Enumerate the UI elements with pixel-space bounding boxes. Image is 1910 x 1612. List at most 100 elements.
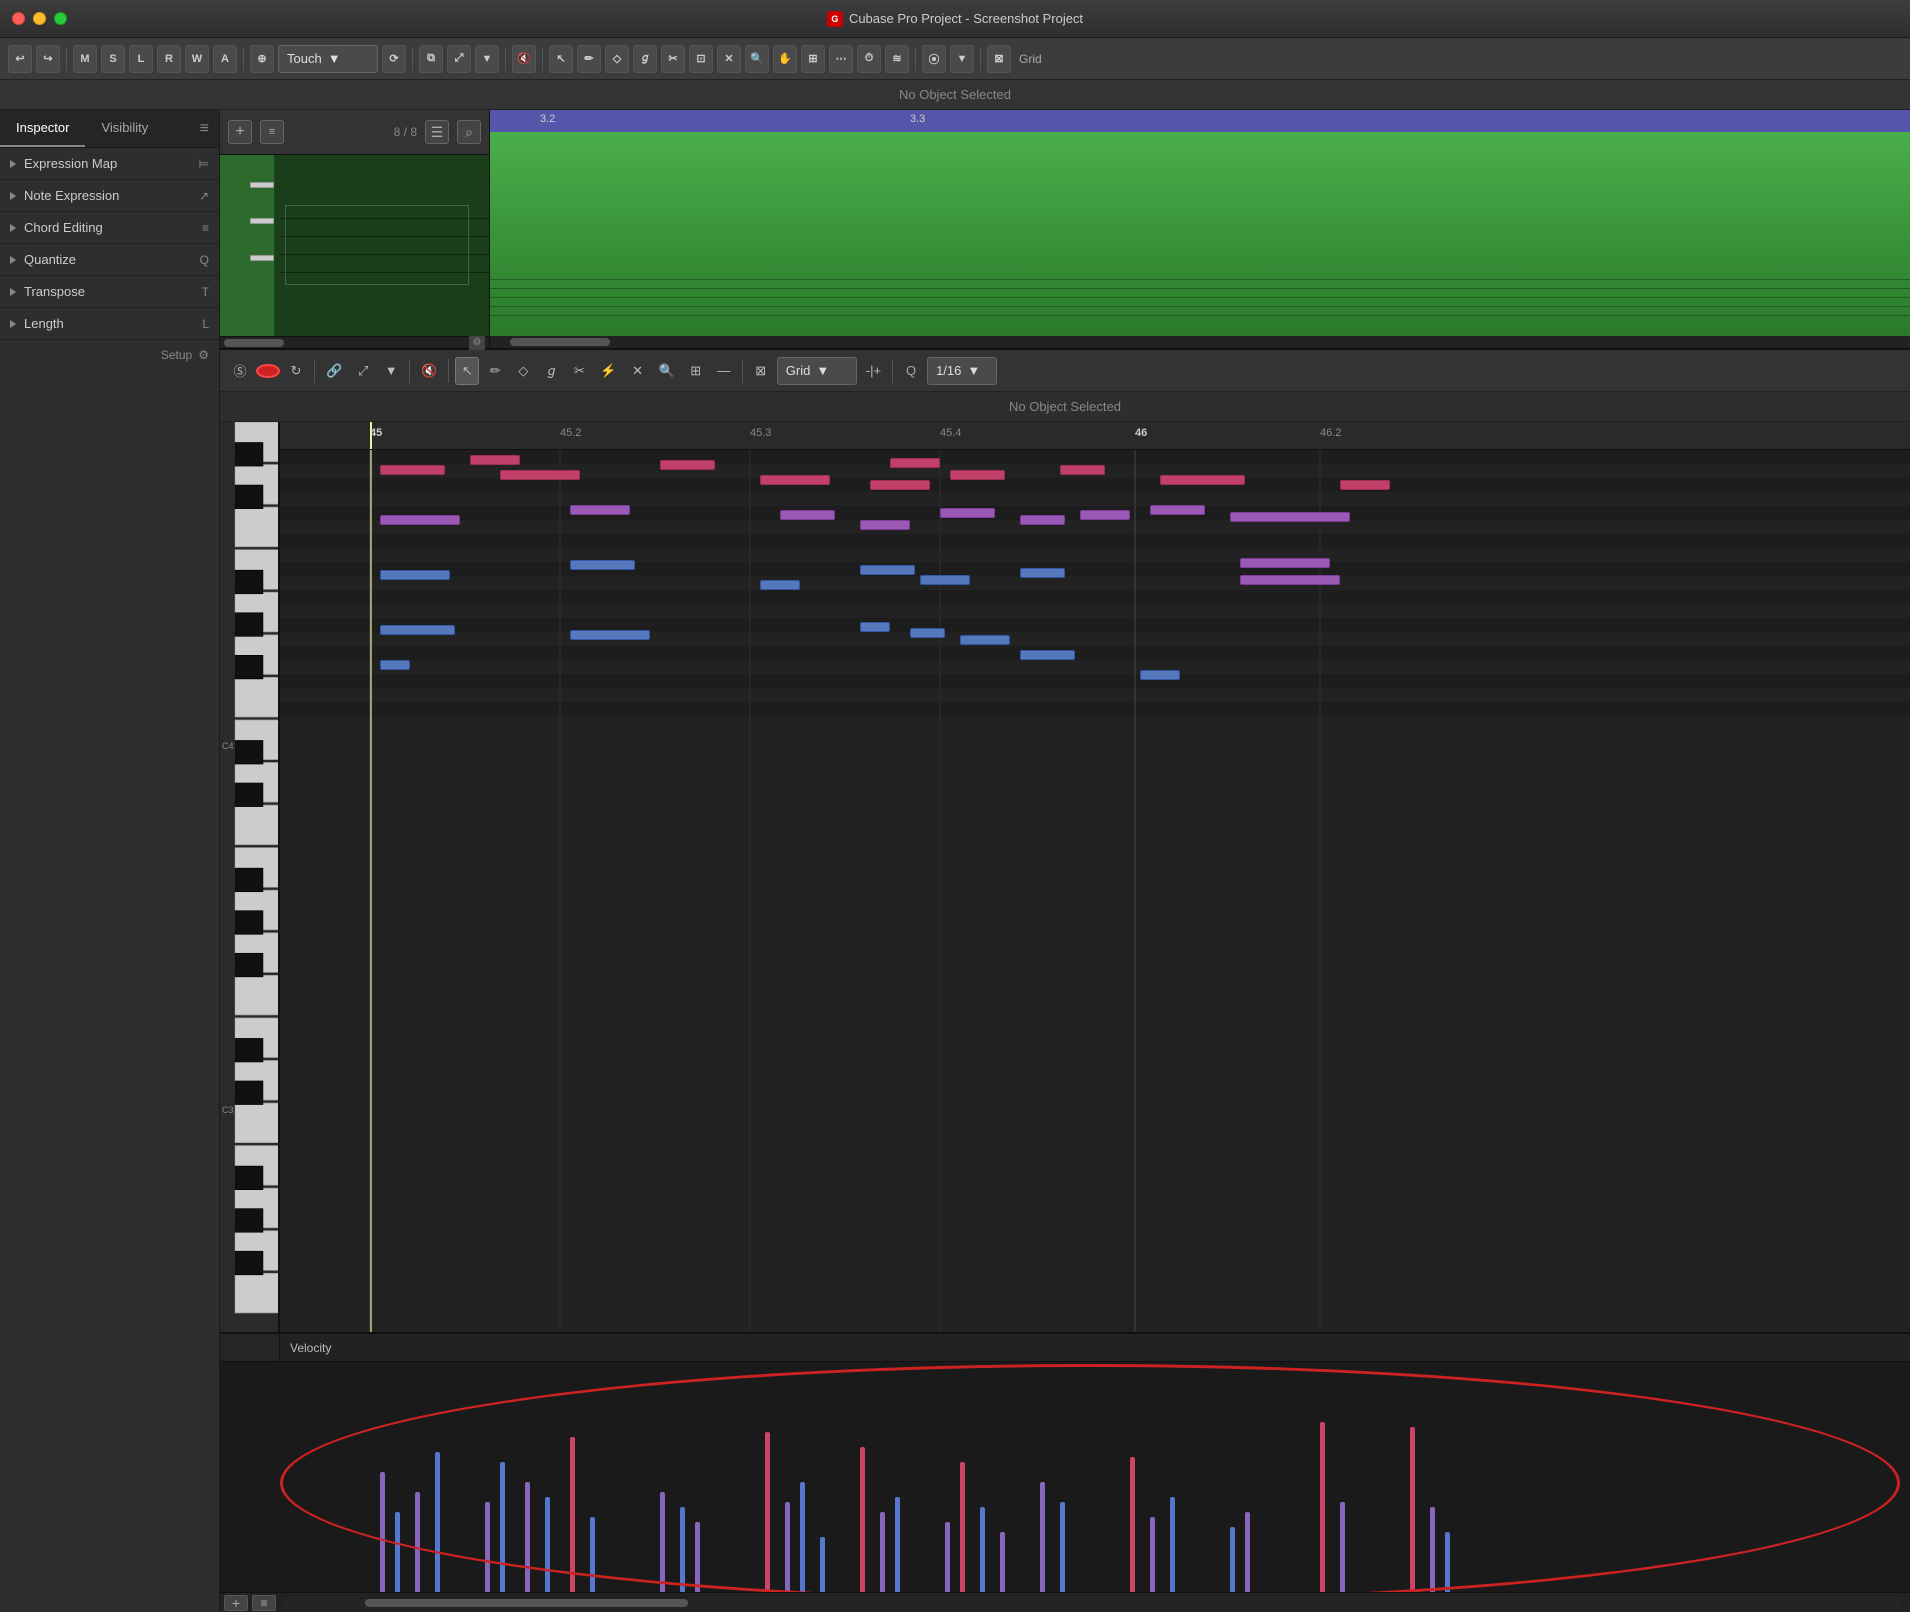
- undo-button[interactable]: ↩: [8, 45, 32, 73]
- track-headers: + ≡ 8 / 8 ☰ ⌕: [220, 110, 490, 348]
- velocity-bar: [695, 1522, 700, 1592]
- list-button[interactable]: ≡: [252, 1595, 276, 1611]
- split-btn[interactable]: ✂: [567, 357, 591, 385]
- midi-note: [570, 505, 630, 515]
- sep: [448, 359, 449, 383]
- quantize-dropdown[interactable]: 1/16 ▼: [927, 357, 997, 385]
- comp-tool[interactable]: ⋯: [829, 45, 853, 73]
- midi-icon[interactable]: ⊕: [250, 45, 274, 73]
- selection-box: [285, 205, 469, 285]
- zoom-btn[interactable]: 🔍: [654, 357, 680, 385]
- snap-minus[interactable]: -|+: [861, 357, 886, 385]
- move-dropdown[interactable]: ▼: [379, 357, 403, 385]
- snap-button[interactable]: ⊠: [987, 45, 1011, 73]
- inspector-menu-button[interactable]: ≡: [190, 112, 219, 146]
- link-button[interactable]: ⧉: [419, 45, 443, 73]
- l-button[interactable]: L: [129, 45, 153, 73]
- window-controls[interactable]: [12, 12, 67, 25]
- track-search-button[interactable]: ⌕: [457, 120, 481, 144]
- inspector-item-transpose[interactable]: Transpose T: [0, 276, 219, 308]
- grid-dropdown[interactable]: Grid ▼: [777, 357, 857, 385]
- scroll-thumb-h[interactable]: [510, 338, 610, 346]
- no-object-text-editor: No Object Selected: [1009, 399, 1121, 414]
- midi-note: [940, 508, 995, 518]
- track-settings-button[interactable]: ≡: [260, 120, 284, 144]
- scroll-btn[interactable]: ⊞: [684, 357, 708, 385]
- maximize-button[interactable]: [54, 12, 67, 25]
- velocity-btn[interactable]: ⚡: [595, 357, 621, 385]
- solo-button[interactable]: Ⓢ: [228, 357, 252, 385]
- mute-tool[interactable]: ✕: [717, 45, 741, 73]
- close-button[interactable]: [12, 12, 25, 25]
- record-button[interactable]: [256, 364, 280, 378]
- glue-tool[interactable]: 𝑔: [633, 45, 657, 73]
- velocity-bar: [980, 1507, 985, 1592]
- link-btn[interactable]: 🔗: [321, 357, 347, 385]
- minimize-button[interactable]: [33, 12, 46, 25]
- velocity-bar: [1170, 1497, 1175, 1592]
- velocity-bar: [395, 1512, 400, 1592]
- midi-note: [380, 515, 460, 525]
- tab-visibility[interactable]: Visibility: [85, 110, 164, 147]
- scissors-tool[interactable]: ✂: [661, 45, 685, 73]
- time-warp[interactable]: ⏱: [857, 45, 881, 73]
- velocity-bar-pink: [1410, 1427, 1415, 1592]
- split-tool[interactable]: ⊞: [801, 45, 825, 73]
- paint-btn[interactable]: —: [712, 357, 736, 385]
- note-line: [490, 288, 1910, 289]
- scroll-thumb[interactable]: [224, 339, 284, 347]
- inspector-item-length[interactable]: Length L: [0, 308, 219, 340]
- velocity-bar: [415, 1492, 420, 1592]
- dropdown2-button[interactable]: ▼: [475, 45, 499, 73]
- draw-btn[interactable]: ✏: [483, 357, 507, 385]
- velocity-bar: [660, 1492, 665, 1592]
- velocity-bar-pink: [960, 1462, 965, 1592]
- inspector-item-quantize[interactable]: Quantize Q: [0, 244, 219, 276]
- select-btn[interactable]: ↖: [455, 357, 479, 385]
- inspector-item-note-expression[interactable]: Note Expression ↗: [0, 180, 219, 212]
- m-button[interactable]: M: [73, 45, 97, 73]
- setup-button[interactable]: Setup ⚙: [0, 340, 219, 370]
- tab-inspector[interactable]: Inspector: [0, 110, 85, 147]
- audio-tool[interactable]: ≋: [885, 45, 909, 73]
- a-button[interactable]: A: [213, 45, 237, 73]
- move-btn[interactable]: ⤢: [351, 357, 375, 385]
- transpose-icon: T: [202, 285, 209, 299]
- reset-button[interactable]: ⟳: [382, 45, 406, 73]
- quantize-icon: Q: [200, 253, 209, 267]
- grid-dropdown-label: Grid: [786, 363, 811, 378]
- inspector-item-chord-editing[interactable]: Chord Editing ≡: [0, 212, 219, 244]
- erase-btn[interactable]: ◇: [511, 357, 535, 385]
- pencil-tool[interactable]: ✏: [577, 45, 601, 73]
- glue-btn[interactable]: 𝑔: [539, 357, 563, 385]
- velocity-bar: [945, 1522, 950, 1592]
- add-button[interactable]: +: [224, 1595, 248, 1611]
- add-track-button[interactable]: +: [228, 120, 252, 144]
- inspector-item-expression-map[interactable]: Expression Map ⊨: [0, 148, 219, 180]
- follow-tool[interactable]: ▼: [950, 45, 974, 73]
- piano-keyboard: C4 C3: [220, 422, 280, 1332]
- scrollbar-thumb[interactable]: [365, 1599, 689, 1607]
- midi-note: [470, 455, 520, 465]
- track-list-view-button[interactable]: ☰: [425, 120, 449, 144]
- mute-btn2[interactable]: ✕: [626, 357, 650, 385]
- mute-button[interactable]: 🔇: [512, 45, 536, 73]
- snap-btn[interactable]: ⊠: [749, 357, 773, 385]
- r-button[interactable]: R: [157, 45, 181, 73]
- zoom-tool[interactable]: 🔍: [745, 45, 769, 73]
- s-button[interactable]: S: [101, 45, 125, 73]
- range-tool[interactable]: ⊡: [689, 45, 713, 73]
- settings-button[interactable]: ⚙: [469, 335, 485, 351]
- touch-mode-dropdown[interactable]: Touch ▼: [278, 45, 378, 73]
- mute-btn[interactable]: 🔇: [416, 357, 442, 385]
- loop-button[interactable]: ↻: [284, 357, 308, 385]
- piano-roll-grid[interactable]: 45 45.2 45.3 45.4 46 46.2: [280, 422, 1910, 1332]
- quantize-label: Quantize: [24, 252, 196, 267]
- macro-tool[interactable]: ⦿: [922, 45, 946, 73]
- move-button[interactable]: ⤢: [447, 45, 471, 73]
- select-tool[interactable]: ↖: [549, 45, 573, 73]
- w-button[interactable]: W: [185, 45, 209, 73]
- erase-tool[interactable]: ◇: [605, 45, 629, 73]
- redo-button[interactable]: ↪: [36, 45, 60, 73]
- hand-tool[interactable]: ✋: [773, 45, 797, 73]
